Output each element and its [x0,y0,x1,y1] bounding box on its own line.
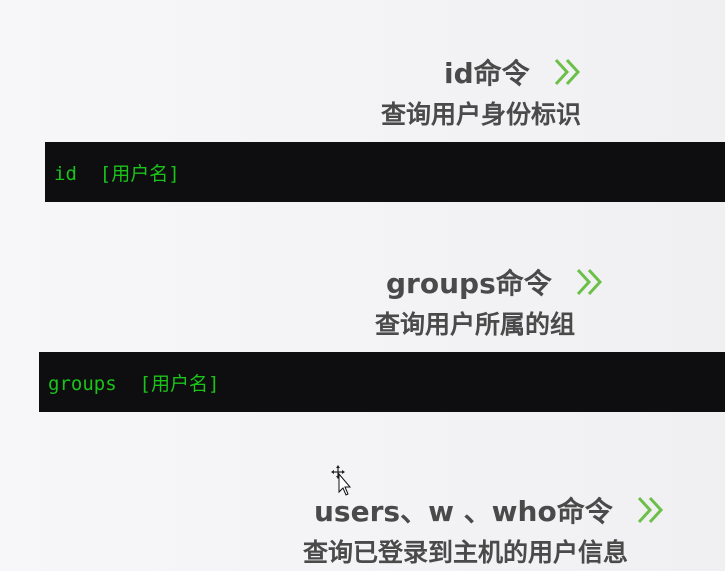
groups-command-bar: groups [用户名] [39,352,725,412]
id-command-text: id [用户名] [54,162,180,185]
users-w-who-heading-title: users、w 、who命令 [314,495,613,528]
id-command-bar: id [用户名] [45,142,725,202]
double-chevron-right-icon [574,266,606,298]
id-subtitle: 查询用户身份标识 [381,100,582,129]
users-w-who-subtitle: 查询已登录到主机的用户信息 [303,538,629,567]
double-chevron-right-icon [552,56,584,88]
groups-subtitle: 查询用户所属的组 [375,310,576,339]
mouse-cursor-icon [330,465,352,497]
groups-heading: groups命令 [386,262,606,302]
double-chevron-right-icon [635,494,667,526]
id-heading: id命令 [444,52,584,92]
id-heading-title: id命令 [444,57,530,90]
groups-heading-title: groups命令 [386,267,552,300]
groups-command-text: groups [用户名] [48,372,220,395]
users-w-who-heading: users、w 、who命令 [314,490,667,530]
